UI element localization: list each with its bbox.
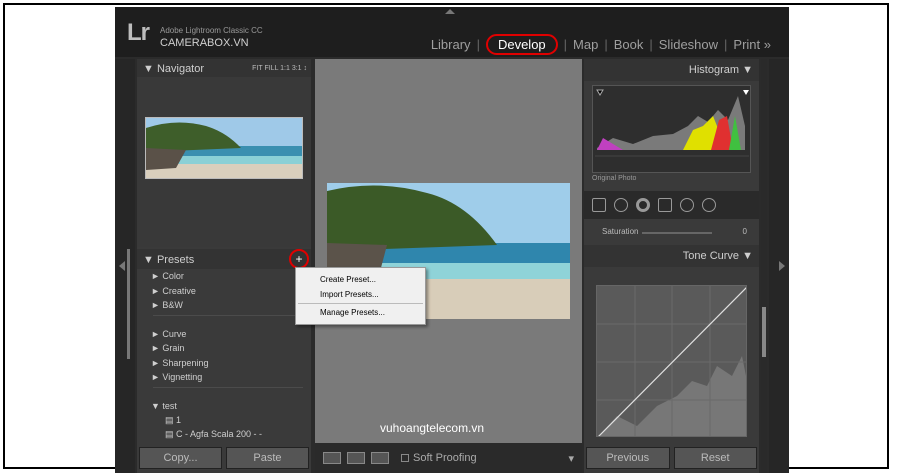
develop-toolbar: Soft Proofing ▾ (315, 443, 582, 473)
right-panel-toggle[interactable] (769, 59, 789, 473)
right-panel-scrollbar[interactable] (761, 59, 767, 473)
module-picker: Library | Develop | Map | Book | Slidesh… (425, 34, 777, 55)
reset-button[interactable]: Reset (673, 447, 757, 469)
preset-group-sharpening[interactable]: ► Sharpening (137, 358, 311, 373)
app-name: Adobe Lightroom Classic CC (160, 26, 263, 35)
tone-curve-header[interactable]: Tone Curve ▼ (584, 245, 759, 267)
tone-curve-graph[interactable] (596, 285, 747, 437)
adjustment-brush-icon[interactable] (702, 198, 716, 212)
preset-group-grain[interactable]: ► Grain (137, 343, 311, 358)
tool-strip (584, 191, 759, 219)
divider (153, 314, 303, 329)
chevron-left-icon (119, 249, 130, 359)
navigator-preview[interactable] (137, 77, 311, 247)
right-button-row: Previous Reset (584, 447, 759, 469)
left-button-row: Copy... Paste (137, 447, 311, 469)
saturation-value[interactable]: 0 (743, 227, 747, 236)
preset-context-menu: Create Preset... Import Presets... Manag… (295, 267, 426, 325)
preset-group-test[interactable]: ▼ test (137, 401, 311, 416)
previous-button[interactable]: Previous (586, 447, 670, 469)
module-library[interactable]: Library (425, 37, 477, 52)
navigator-thumbnail (145, 117, 303, 179)
menu-manage-presets[interactable]: Manage Presets... (296, 305, 425, 320)
preset-list: ► Color ► Creative ► B&W ► Curve ► Grain… (137, 271, 311, 443)
divider (153, 386, 303, 401)
scrollbar-thumb[interactable] (762, 307, 766, 357)
preset-group-creative[interactable]: ► Creative (137, 286, 311, 301)
module-map[interactable]: Map (567, 37, 604, 52)
paste-button[interactable]: Paste (226, 447, 309, 469)
user-name: CAMERABOX.VN (160, 37, 249, 49)
module-book[interactable]: Book (608, 37, 650, 52)
preset-item-agfa[interactable]: ▤ C - Agfa Scala 200 - - (137, 429, 311, 443)
before-after-icon[interactable] (347, 452, 365, 464)
navigator-title: ▼ Navigator (143, 63, 205, 75)
left-panel-toggle[interactable] (115, 59, 135, 473)
menu-import-presets[interactable]: Import Presets... (296, 287, 425, 302)
red-eye-icon[interactable] (636, 198, 650, 212)
toolbar-menu-icon[interactable]: ▾ (568, 452, 574, 465)
copy-button[interactable]: Copy... (139, 447, 222, 469)
presets-header[interactable]: ▼ Presets + (137, 249, 311, 269)
saturation-row: Saturation 0 (584, 225, 759, 239)
crop-tool-icon[interactable] (592, 198, 606, 212)
menu-create-preset[interactable]: Create Preset... (296, 272, 425, 287)
chevron-right-icon (779, 261, 785, 271)
saturation-slider[interactable] (642, 232, 712, 234)
menu-separator (298, 303, 423, 304)
preset-group-bw[interactable]: ► B&W (137, 300, 311, 315)
left-panel: ▼ Navigator FIT FILL 1:1 3:1 ↕ ▼ Presets… (137, 59, 311, 473)
top-bar: Lr Adobe Lightroom Classic CC CAMERABOX.… (115, 7, 789, 57)
screenshot-frame: Lr Adobe Lightroom Classic CC CAMERABOX.… (3, 3, 889, 473)
watermark-text: vuhoangtelecom.vn (380, 421, 485, 435)
preset-item-1[interactable]: ▤ 1 (137, 415, 311, 429)
navigator-header[interactable]: ▼ Navigator FIT FILL 1:1 3:1 ↕ (137, 59, 311, 77)
loupe-view-icon[interactable] (323, 452, 341, 464)
module-print[interactable]: Print » (727, 37, 777, 52)
add-preset-button[interactable]: + (289, 249, 309, 269)
saturation-label: Saturation (602, 227, 639, 236)
right-panel: Histogram ▼ Original Photo Saturation 0 … (584, 59, 759, 473)
soft-proofing-label: Soft Proofing (413, 452, 477, 464)
preset-group-color[interactable]: ► Color (137, 271, 311, 286)
yy-view-icon[interactable] (371, 452, 389, 464)
soft-proofing-checkbox[interactable] (401, 454, 409, 462)
lightroom-window: Lr Adobe Lightroom Classic CC CAMERABOX.… (115, 7, 789, 473)
histogram-header[interactable]: Histogram ▼ (584, 59, 759, 81)
spot-removal-icon[interactable] (614, 198, 628, 212)
module-develop[interactable]: Develop (485, 34, 558, 55)
image-canvas[interactable]: vuhoangtelecom.vn (315, 59, 582, 443)
presets-title: ▼ Presets (143, 254, 195, 266)
navigator-zoom-options[interactable]: FIT FILL 1:1 3:1 ↕ (252, 65, 307, 72)
preset-group-curve[interactable]: ► Curve (137, 329, 311, 344)
preset-group-vignetting[interactable]: ► Vignetting (137, 372, 311, 387)
radial-filter-icon[interactable] (680, 198, 694, 212)
module-separator: | (476, 37, 480, 52)
lr-logo: Lr (127, 19, 150, 46)
histogram (592, 85, 751, 173)
graduated-filter-icon[interactable] (658, 198, 672, 212)
original-photo-label[interactable]: Original Photo (592, 175, 636, 182)
collapse-top-icon[interactable] (445, 9, 455, 14)
module-slideshow[interactable]: Slideshow (653, 37, 724, 52)
